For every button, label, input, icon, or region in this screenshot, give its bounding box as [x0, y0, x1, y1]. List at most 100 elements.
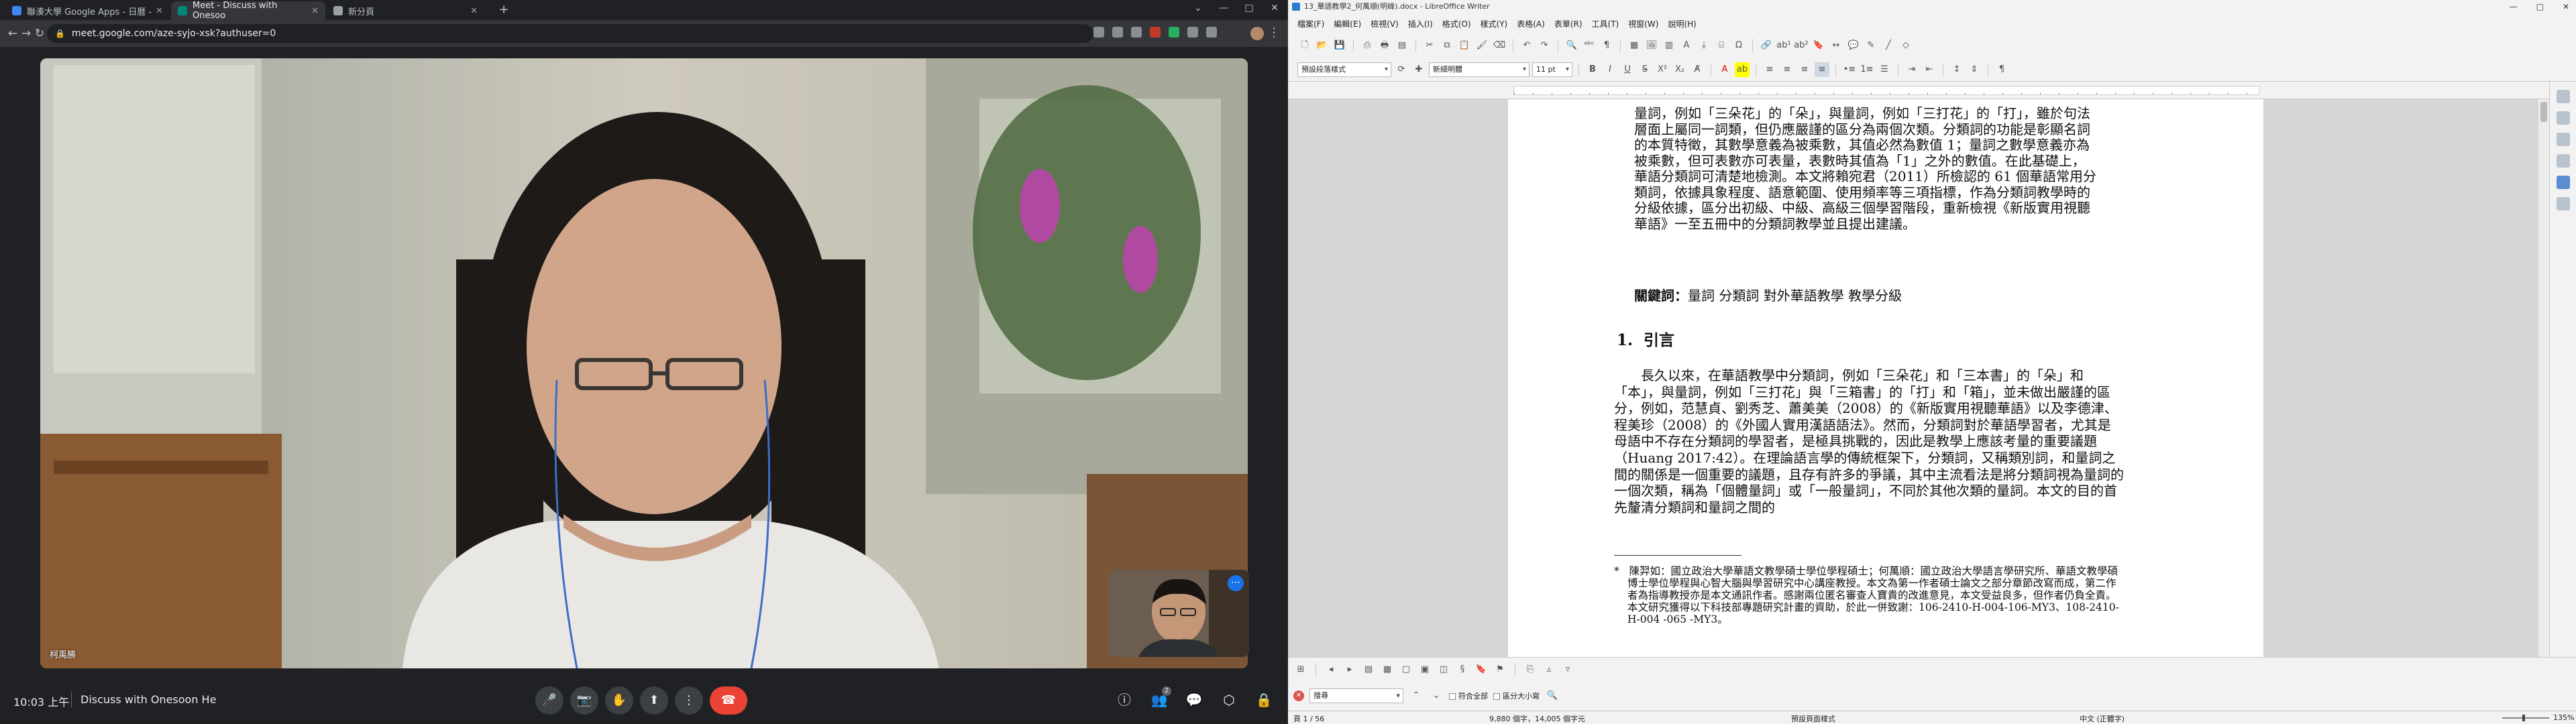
paragraph-style-combo[interactable]: 預設段落樣式 — [1297, 62, 1391, 77]
bullets-icon[interactable]: •≡ — [1842, 62, 1857, 77]
address-bar[interactable]: 🔒 meet.google.com/aze-syjo-xsk?authuser=… — [47, 24, 1093, 43]
print-icon[interactable]: 🖶 — [1377, 38, 1392, 53]
find-next-icon[interactable]: ⌄ — [1429, 688, 1444, 703]
minimize-icon[interactable]: — — [2510, 0, 2518, 13]
extension-icon[interactable] — [1169, 27, 1179, 38]
numbering-icon[interactable]: 1≡ — [1860, 62, 1874, 77]
menu-file[interactable]: 檔案(F) — [1297, 18, 1324, 29]
maximize-icon[interactable]: □ — [1240, 3, 1258, 13]
new-document-icon[interactable]: 🗋 — [1297, 38, 1312, 53]
horizontal-ruler[interactable] — [1288, 82, 2549, 99]
plus-icon[interactable]: + — [496, 3, 511, 17]
frames-nav-icon[interactable]: ▢ — [1399, 662, 1413, 677]
menu-edit[interactable]: 編輯(E) — [1334, 18, 1361, 29]
zoom-slider-knob[interactable] — [2522, 715, 2525, 721]
tab-search-icon[interactable]: ⌄ — [1189, 3, 1208, 13]
images-nav-icon[interactable]: ▣ — [1417, 662, 1432, 677]
style-inspector-icon[interactable] — [2556, 197, 2570, 210]
paste-icon[interactable]: 📋 — [1457, 38, 1472, 53]
spelling-icon[interactable]: ᵃᵇᶜ — [1582, 38, 1597, 53]
insert-chart-icon[interactable]: ▥ — [1662, 38, 1676, 53]
bookmark-icon[interactable]: 🔖 — [1811, 38, 1826, 53]
more-options-button[interactable]: ⋮ — [675, 686, 703, 715]
navigator-toggle-icon[interactable]: ⊞ — [1293, 662, 1308, 677]
sections-nav-icon[interactable]: § — [1455, 662, 1470, 677]
menu-window[interactable]: 視窗(W) — [1628, 18, 1658, 29]
insert-field-icon[interactable]: ⌸ — [1714, 38, 1729, 53]
justify-icon[interactable]: ≡ — [1815, 62, 1829, 77]
font-size-combo[interactable]: 11 pt — [1532, 62, 1572, 77]
host-controls-button[interactable]: 🔒 — [1253, 689, 1275, 711]
align-center-icon[interactable]: ≡ — [1780, 62, 1794, 77]
language[interactable]: 中文 (正體字) — [2080, 713, 2125, 724]
find-previous-icon[interactable]: ⌃ — [1409, 688, 1424, 703]
menu-insert[interactable]: 插入(I) — [1408, 18, 1433, 29]
page-break-icon[interactable]: ⤓ — [1697, 38, 1711, 53]
next-icon[interactable]: ▸ — [1342, 662, 1357, 677]
camera-indicator-icon[interactable] — [1093, 27, 1104, 38]
track-changes-icon[interactable]: ✎ — [1864, 38, 1878, 53]
line-icon[interactable]: ╱ — [1881, 38, 1896, 53]
maximize-icon[interactable]: □ — [2536, 0, 2544, 13]
checkbox[interactable] — [1493, 693, 1500, 700]
outline-icon[interactable]: ☰ — [1877, 62, 1892, 77]
align-right-icon[interactable]: ≡ — [1797, 62, 1812, 77]
line-spacing-icon[interactable]: ↕ — [1949, 62, 1964, 77]
zoom-slider[interactable] — [2502, 717, 2549, 719]
paragraph-dialog-icon[interactable]: ¶ — [1994, 62, 2009, 77]
activities-button[interactable]: ⬡ — [1218, 689, 1240, 711]
page-nav-icon[interactable]: ⎘ — [1523, 662, 1538, 677]
tab-newtab[interactable]: 新分頁 ✕ — [327, 1, 484, 20]
raise-hand-button[interactable]: ✋ — [605, 686, 633, 715]
open-icon[interactable]: 📂 — [1315, 38, 1330, 53]
paragraph-spacing-icon[interactable]: ⇕ — [1967, 62, 1982, 77]
puzzle-icon[interactable] — [1206, 27, 1217, 38]
redo-icon[interactable]: ↷ — [1537, 38, 1552, 53]
align-left-icon[interactable]: ≡ — [1762, 62, 1777, 77]
self-view-tile[interactable]: ⋯ — [1108, 570, 1249, 657]
match-all-option[interactable]: 符合全部 — [1449, 690, 1488, 701]
superscript-icon[interactable]: X² — [1655, 62, 1670, 77]
properties-icon[interactable] — [2556, 90, 2570, 103]
underline-icon[interactable]: U — [1620, 62, 1635, 77]
menu-format[interactable]: 格式(O) — [1442, 18, 1471, 29]
bold-icon[interactable]: B — [1585, 62, 1600, 77]
end-call-button[interactable]: ☎ — [710, 686, 747, 715]
shapes-icon[interactable]: ◇ — [1898, 38, 1913, 53]
navigator-icon[interactable] — [2556, 176, 2570, 189]
subscript-icon[interactable]: X₂ — [1672, 62, 1687, 77]
menu-view[interactable]: 檢視(V) — [1371, 18, 1399, 29]
increase-indent-icon[interactable]: ⇥ — [1904, 62, 1919, 77]
new-style-icon[interactable]: ✚ — [1411, 62, 1426, 77]
italic-icon[interactable]: I — [1603, 62, 1617, 77]
scrollbar-thumb[interactable] — [2540, 102, 2547, 122]
page-count[interactable]: 頁 1 / 56 — [1293, 713, 1324, 724]
undo-icon[interactable]: ↶ — [1519, 38, 1534, 53]
mic-button[interactable]: 🎤 — [535, 686, 564, 715]
camera-button[interactable]: 📷 — [570, 686, 598, 715]
cross-reference-icon[interactable]: ↔ — [1829, 38, 1843, 53]
clear-formatting-icon[interactable]: ⌫ — [1492, 38, 1507, 53]
cut-icon[interactable]: ✂ — [1422, 38, 1437, 53]
chat-button[interactable]: 💬 — [1183, 689, 1205, 711]
close-find-icon[interactable]: ✕ — [1293, 690, 1304, 701]
export-pdf-icon[interactable]: ⎙ — [1360, 38, 1375, 53]
back-icon[interactable]: ← — [5, 26, 20, 41]
clear-direct-formatting-icon[interactable]: A̸ — [1690, 62, 1705, 77]
info-button[interactable]: ⓘ — [1114, 689, 1135, 711]
find-replace-dialog-icon[interactable]: 🔍 — [1545, 688, 1560, 703]
insert-table-icon[interactable]: ▦ — [1627, 38, 1642, 53]
highlight-icon[interactable]: ab — [1735, 62, 1750, 77]
save-icon[interactable]: 💾 — [1332, 38, 1347, 53]
star-icon[interactable] — [1131, 27, 1142, 38]
tab-calendar[interactable]: 聯湊大學 Google Apps - 日曆 - ✕ — [5, 1, 170, 20]
font-color-icon[interactable]: A — [1717, 62, 1732, 77]
hyperlink-icon[interactable]: 🔗 — [1759, 38, 1774, 53]
objects-nav-icon[interactable]: ◫ — [1436, 662, 1451, 677]
tables-nav-icon[interactable]: ▦ — [1380, 662, 1395, 677]
special-character-icon[interactable]: Ω — [1731, 38, 1746, 53]
find-replace-icon[interactable]: 🔍 — [1564, 38, 1579, 53]
comment-icon[interactable]: 💬 — [1846, 38, 1861, 53]
close-window-icon[interactable]: ✕ — [1265, 3, 1284, 13]
strikethrough-icon[interactable]: S — [1638, 62, 1652, 77]
